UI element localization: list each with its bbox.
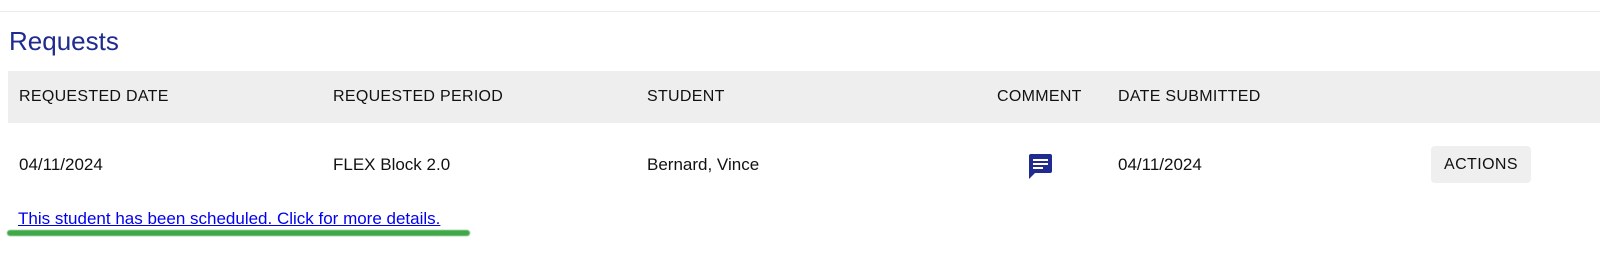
highlight-underline xyxy=(7,230,470,236)
cell-requested-period: FLEX Block 2.0 xyxy=(333,155,451,174)
cell-date-submitted: 04/11/2024 xyxy=(1118,155,1202,174)
page-title: Requests xyxy=(9,26,119,56)
scheduled-details-link[interactable]: This student has been scheduled. Click f… xyxy=(18,208,440,230)
cell-requested-date: 04/11/2024 xyxy=(19,155,103,174)
actions-button[interactable]: ACTIONS xyxy=(1431,146,1531,183)
header-requested-period: REQUESTED PERIOD xyxy=(333,88,504,105)
cell-student: Bernard, Vince xyxy=(647,155,760,174)
table-row: 04/11/2024 FLEX Block 2.0 Bernard, Vince… xyxy=(8,123,1600,207)
comment-icon[interactable] xyxy=(1026,152,1054,180)
header-comment: COMMENT xyxy=(997,88,1082,105)
top-divider xyxy=(0,11,1600,12)
requests-table: REQUESTED DATE REQUESTED PERIOD STUDENT … xyxy=(8,71,1600,207)
header-date-submitted: DATE SUBMITTED xyxy=(1118,88,1261,105)
header-requested-date: REQUESTED DATE xyxy=(19,88,169,105)
table-header: REQUESTED DATE REQUESTED PERIOD STUDENT … xyxy=(8,71,1600,123)
header-student: STUDENT xyxy=(647,88,725,105)
